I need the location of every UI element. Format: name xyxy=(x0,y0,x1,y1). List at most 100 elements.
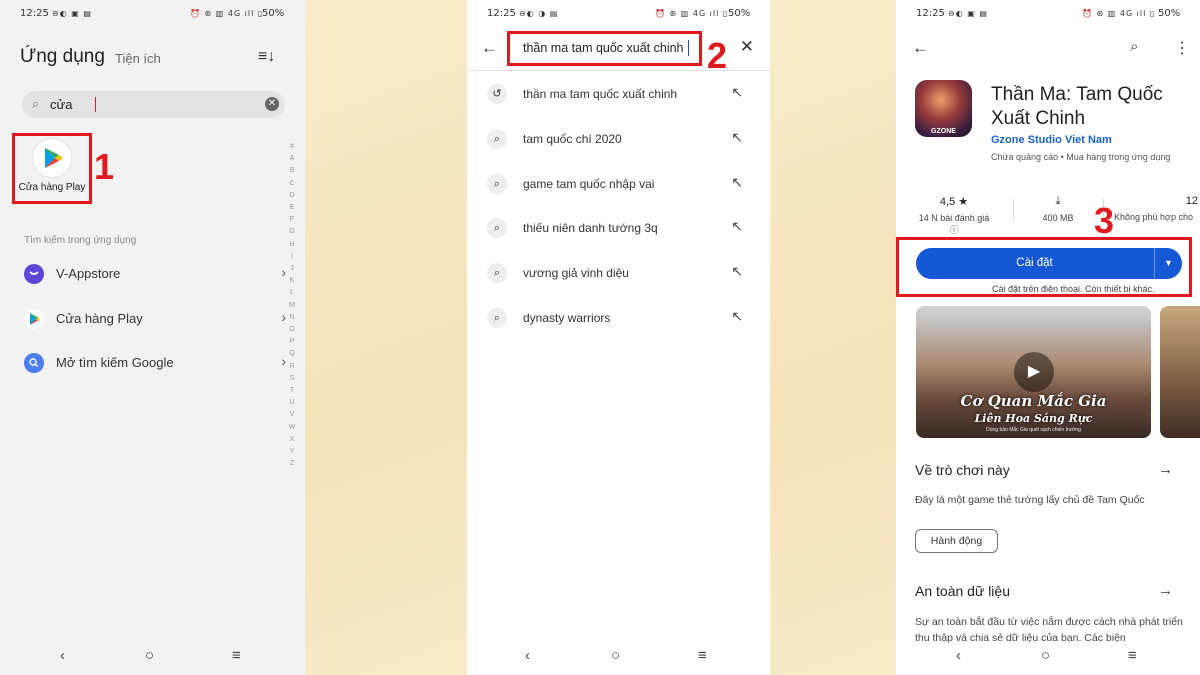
tab-apps[interactable]: Ứng dụng xyxy=(20,46,105,68)
alphabet-letter[interactable]: C xyxy=(286,177,298,189)
alphabet-letter[interactable]: F xyxy=(286,213,298,225)
search-bar[interactable]: ⌕ ✕ xyxy=(22,91,285,118)
status-time: 12:25 xyxy=(916,8,945,19)
search-input[interactable] xyxy=(50,95,260,114)
video-caption: Cơ Quan Mắc Gia xyxy=(960,392,1107,410)
alphabet-letter[interactable]: V xyxy=(286,408,298,420)
alphabet-letter[interactable]: # xyxy=(286,140,298,152)
fill-query-arrow-icon[interactable]: ↖ xyxy=(731,308,743,325)
alphabet-letter[interactable]: Z xyxy=(286,457,298,469)
about-heading[interactable]: Về trò chơi này xyxy=(915,462,1010,478)
fill-query-arrow-icon[interactable]: ↖ xyxy=(731,84,743,101)
row-v-appstore[interactable]: V-Appstore › xyxy=(24,262,286,286)
alphabet-letter[interactable]: O xyxy=(286,323,298,335)
safety-heading[interactable]: An toàn dữ liệu xyxy=(915,583,1010,599)
alphabet-letter[interactable]: A xyxy=(286,152,298,164)
suggestion-item[interactable]: ⌕ vương giả vinh diệu ↖ xyxy=(483,262,753,286)
app-title: Thần Ma: Tam Quốc Xuất Chinh xyxy=(991,84,1163,129)
home-nav-icon[interactable]: ○ xyxy=(611,647,620,664)
screenshot-thumbnail[interactable] xyxy=(1160,306,1200,438)
alphabet-letter[interactable]: T xyxy=(286,384,298,396)
suggestion-item[interactable]: ⌕ dynasty warriors ↖ xyxy=(483,307,753,331)
more-options-icon[interactable]: ⋮ xyxy=(1174,38,1190,58)
step-number-1: 1 xyxy=(94,146,115,187)
nav-bar: ‹ ○ ≡ xyxy=(0,647,305,667)
home-nav-icon[interactable]: ○ xyxy=(1041,647,1050,664)
clear-icon[interactable]: ✕ xyxy=(265,97,279,111)
alphabet-letter[interactable]: E xyxy=(286,201,298,213)
alphabet-letter[interactable]: N xyxy=(286,311,298,323)
back-nav-icon[interactable]: ‹ xyxy=(525,647,530,664)
divider xyxy=(1013,199,1014,221)
rating-stat[interactable]: 4,5 ★ 14 N bài đánh giá ⓘ xyxy=(914,195,994,236)
alphabet-letter[interactable]: P xyxy=(286,335,298,347)
sort-icon[interactable]: ≡↓ xyxy=(258,48,275,66)
row-google-search[interactable]: Mở tìm kiếm Google › xyxy=(24,351,286,375)
background-panel xyxy=(305,0,467,675)
home-nav-icon[interactable]: ○ xyxy=(145,647,154,664)
recents-nav-icon[interactable]: ≡ xyxy=(232,647,241,664)
signal-icons: ⏰ ⊛ ▥ 4G ıll ▯ xyxy=(1082,9,1156,18)
row-label: Cửa hàng Play xyxy=(56,311,143,326)
alphabet-letter[interactable]: X xyxy=(286,433,298,445)
nav-bar: ‹ ○ ≡ xyxy=(896,647,1200,667)
alphabet-letter[interactable]: R xyxy=(286,360,298,372)
fill-query-arrow-icon[interactable]: ↖ xyxy=(731,174,743,191)
suggestion-item[interactable]: ⌕ thiếu niên danh tướng 3q ↖ xyxy=(483,217,753,241)
chevron-right-icon: › xyxy=(281,264,286,280)
alphabet-letter[interactable]: I xyxy=(286,250,298,262)
tab-widgets[interactable]: Tiện ích xyxy=(115,51,161,66)
suggestion-item[interactable]: ⌕ tam quốc chí 2020 ↖ xyxy=(483,128,753,152)
genre-chip[interactable]: Hành động xyxy=(915,529,998,553)
developer-link[interactable]: Gzone Studio Viet Nam xyxy=(991,134,1112,146)
arrow-right-icon[interactable]: → xyxy=(1158,461,1173,478)
back-nav-icon[interactable]: ‹ xyxy=(956,647,961,664)
suggestion-text: thiếu niên danh tướng 3q xyxy=(523,221,658,235)
suggestion-item[interactable]: ⌕ game tam quốc nhập vai ↖ xyxy=(483,173,753,197)
fill-query-arrow-icon[interactable]: ↖ xyxy=(731,218,743,235)
back-arrow-icon[interactable]: ← xyxy=(481,38,498,58)
alphabet-index[interactable]: # A B C D E F G H I J K L M N O P Q R S T U V W X Y Z xyxy=(286,140,298,469)
search-icon[interactable]: ⌕ xyxy=(1130,38,1138,55)
google-search-icon xyxy=(24,353,44,373)
alphabet-letter[interactable]: G xyxy=(286,225,298,237)
alphabet-letter[interactable]: Y xyxy=(286,445,298,457)
play-icon[interactable]: ▶ xyxy=(1014,352,1054,392)
alphabet-letter[interactable]: J xyxy=(286,262,298,274)
v-appstore-icon xyxy=(24,264,44,284)
search-icon: ⌕ xyxy=(487,308,507,328)
search-icon: ⌕ xyxy=(487,174,507,194)
alphabet-letter[interactable]: D xyxy=(286,189,298,201)
section-label: Tìm kiếm trong ứng dụng xyxy=(24,235,137,246)
size-stat: ⤓ 400 MB xyxy=(1028,195,1088,223)
arrow-right-icon[interactable]: → xyxy=(1158,582,1173,599)
phone-app-details: 12:25 ⊖◐ ▣ ▤ ⏰ ⊛ ▥ 4G ıll ▯ 50% ← ⌕ ⋮ GZ… xyxy=(896,0,1200,675)
alphabet-letter[interactable]: B xyxy=(286,164,298,176)
back-nav-icon[interactable]: ‹ xyxy=(60,647,65,664)
alphabet-letter[interactable]: H xyxy=(286,238,298,250)
fill-query-arrow-icon[interactable]: ↖ xyxy=(731,263,743,280)
meta-ads: Chứa quảng cáo xyxy=(991,152,1059,162)
video-screenshot[interactable]: ▶ Cơ Quan Mắc Gia Liên Hoa Sáng Rực Dùng… xyxy=(916,306,1151,438)
history-icon: ↺ xyxy=(487,84,507,104)
alphabet-letter[interactable]: M xyxy=(286,299,298,311)
row-label: Mở tìm kiếm Google xyxy=(56,355,174,370)
alphabet-letter[interactable]: Q xyxy=(286,347,298,359)
alphabet-letter[interactable]: S xyxy=(286,372,298,384)
suggestion-text: tam quốc chí 2020 xyxy=(523,132,622,146)
recents-nav-icon[interactable]: ≡ xyxy=(698,647,707,664)
alphabet-letter[interactable]: U xyxy=(286,396,298,408)
app-icon: GZONE xyxy=(915,80,972,137)
row-play-store[interactable]: Cửa hàng Play › xyxy=(24,307,286,331)
fill-query-arrow-icon[interactable]: ↖ xyxy=(731,129,743,146)
age-stat[interactable]: 12 Không phù hợp cho xyxy=(1114,195,1200,222)
back-arrow-icon[interactable]: ← xyxy=(912,38,929,58)
alphabet-letter[interactable]: K xyxy=(286,274,298,286)
recents-nav-icon[interactable]: ≡ xyxy=(1128,647,1137,664)
notification-icons: ⊖◐ ▣ ▤ xyxy=(52,9,92,18)
alphabet-letter[interactable]: L xyxy=(286,286,298,298)
step-number-3: 3 xyxy=(1094,200,1115,241)
suggestion-item[interactable]: ↺ thần ma tam quốc xuất chinh ↖ xyxy=(483,83,753,107)
close-icon[interactable]: ✕ xyxy=(740,37,754,57)
alphabet-letter[interactable]: W xyxy=(286,421,298,433)
